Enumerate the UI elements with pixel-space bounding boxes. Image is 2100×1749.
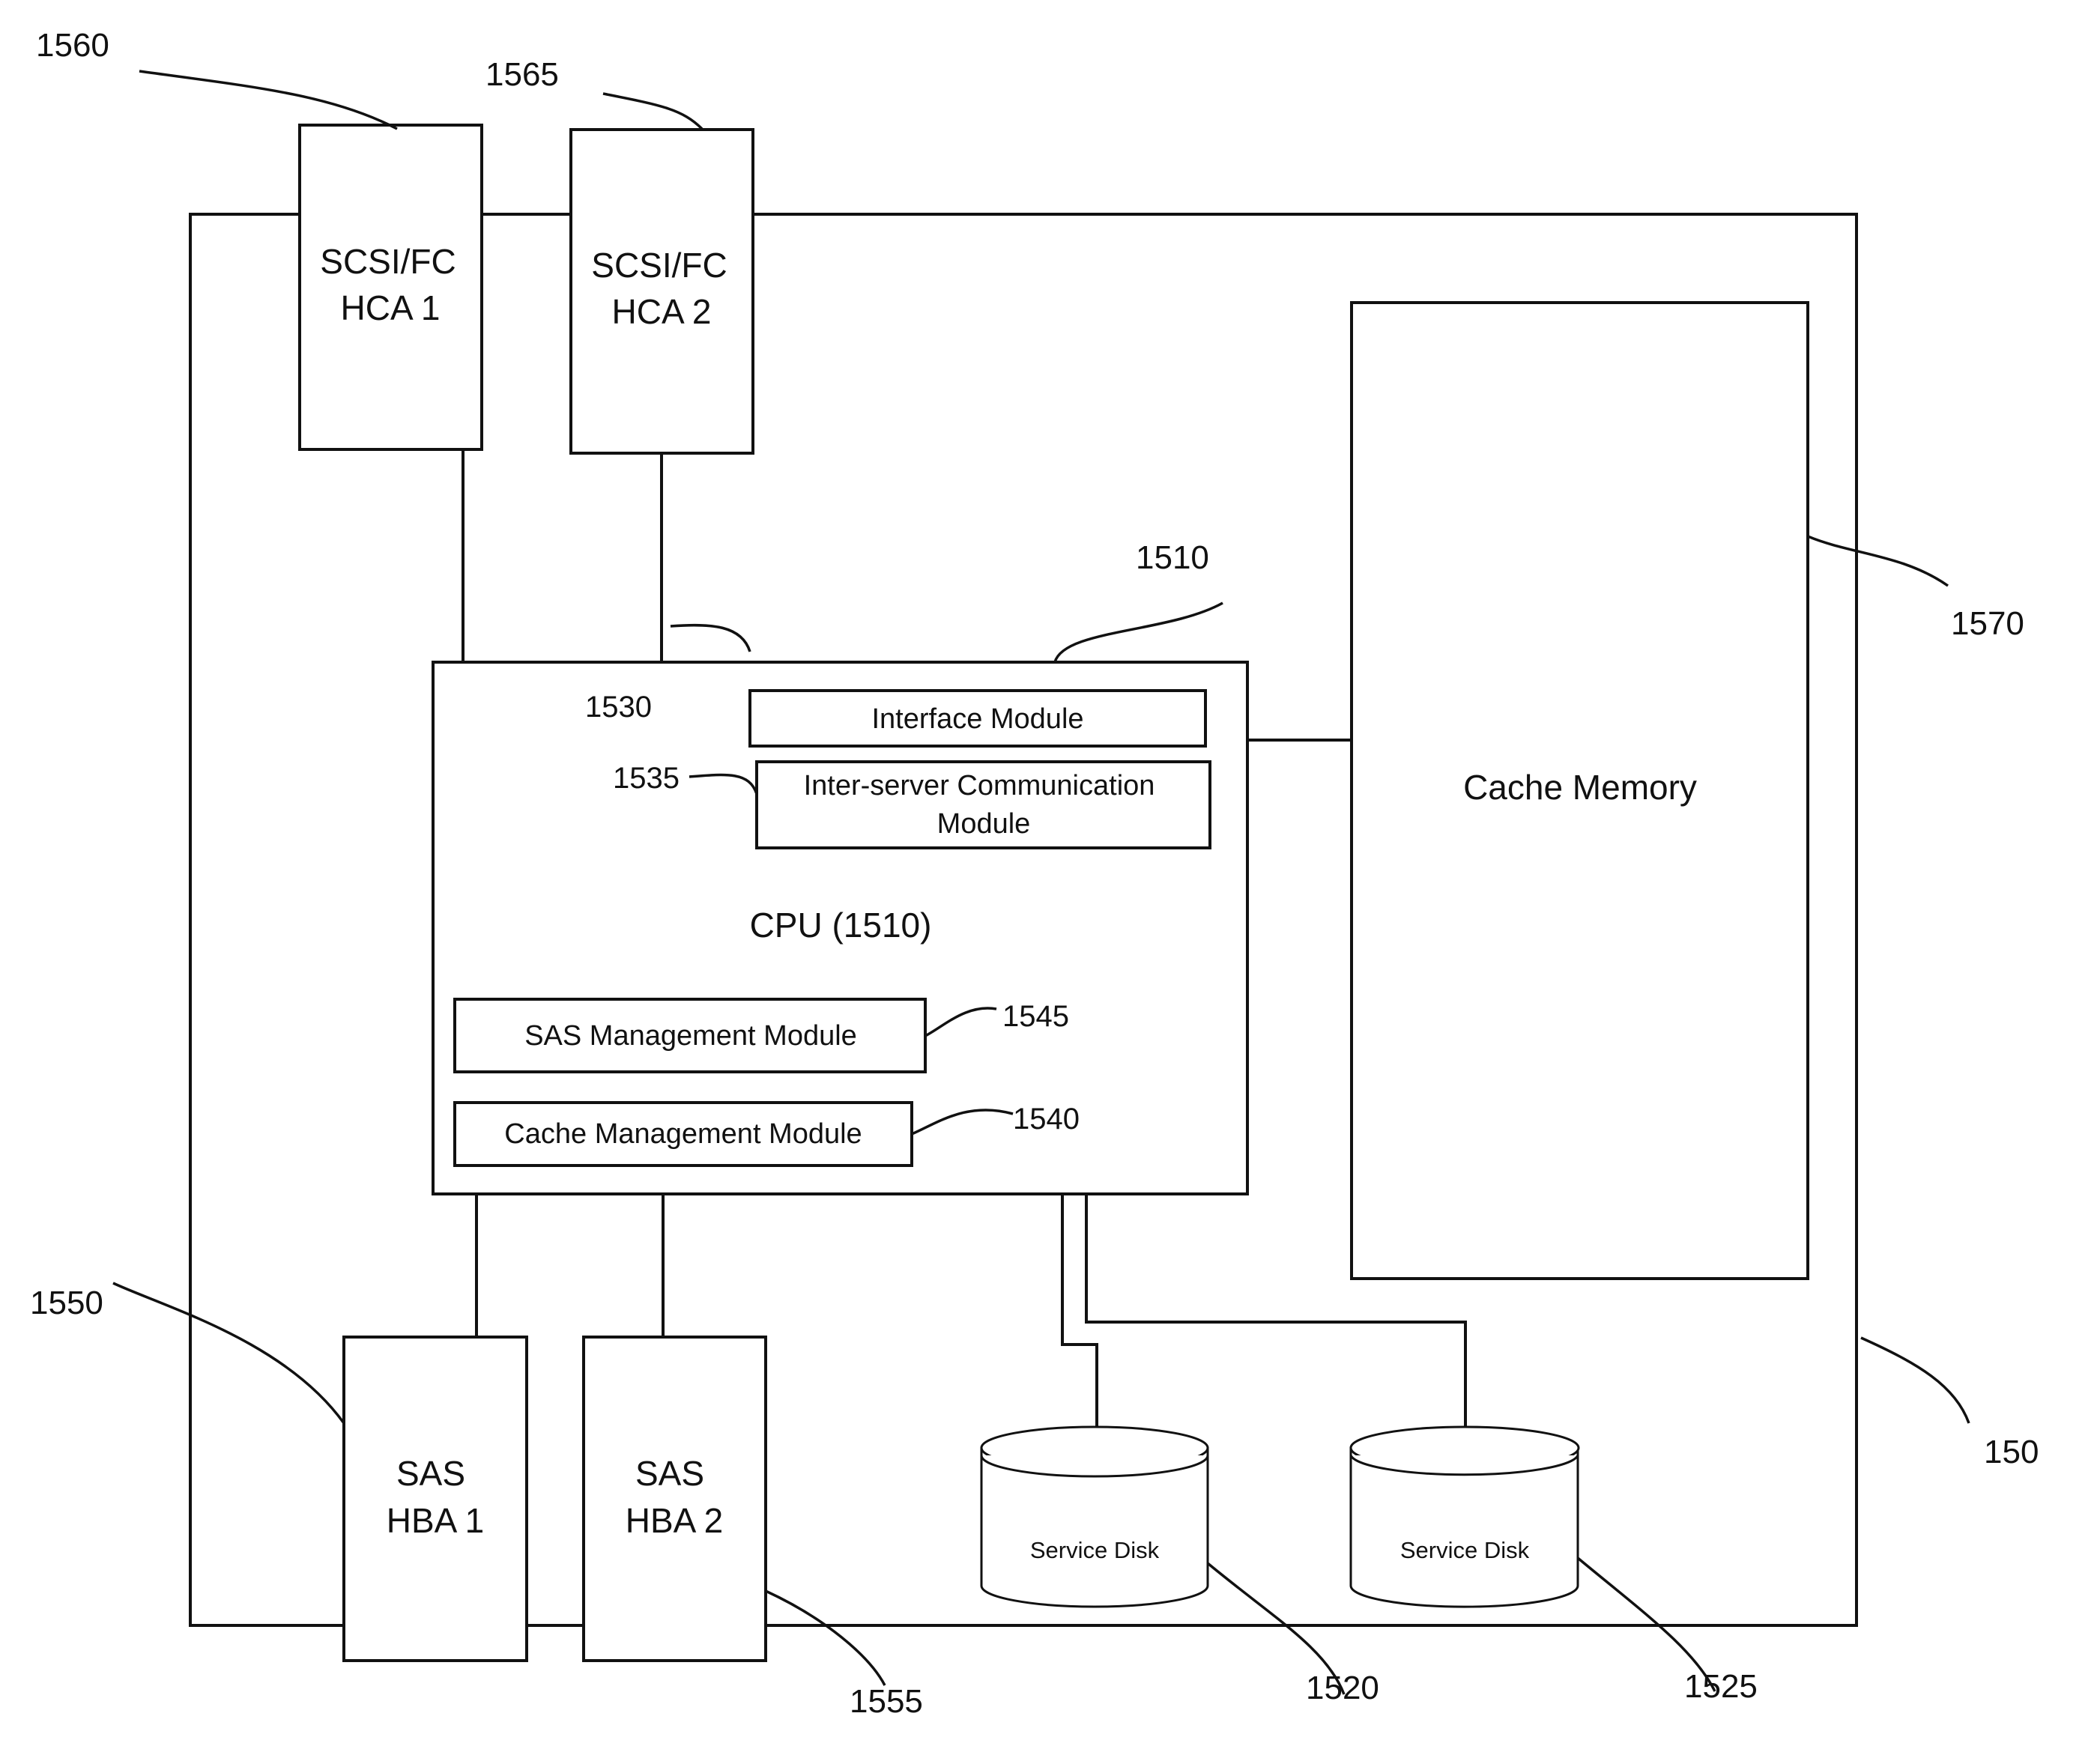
ref-1570: 1570 [1951,605,2024,642]
hca-2-line2: HCA 2 [612,292,712,331]
sas-hba-2: SAS HBA 2 [582,1336,767,1662]
ref-1540: 1540 [1013,1103,1080,1136]
leader-1560 [139,70,398,130]
hba-1-line2: HBA 1 [387,1501,484,1540]
leader-1565 [602,92,703,130]
leader-150 [1860,1336,1970,1424]
service-disk-2-label: Service Disk [1400,1537,1530,1563]
ref-1520: 1520 [1306,1670,1379,1706]
sas-hba-1: SAS HBA 1 [342,1336,528,1662]
ref-1550: 1550 [30,1285,103,1321]
service-disk-2: Service Disk [1349,1425,1580,1608]
ref-1565: 1565 [485,56,559,93]
ref-1560: 1560 [36,27,109,64]
hca-2-line1: SCSI/FC [591,246,727,285]
hca-2: SCSI/FC HCA 2 [569,128,754,455]
hba-2-line2: HBA 2 [626,1501,723,1540]
cache-management-module-label: Cache Management Module [504,1118,862,1150]
hca-1-line2: HCA 1 [341,288,441,327]
ref-150: 150 [1984,1434,2039,1470]
cpu-title: CPU (1510) [750,906,932,945]
ref-1510: 1510 [1136,539,1209,576]
interface-module-label: Interface Module [871,703,1083,735]
service-disk-1-label: Service Disk [1030,1537,1160,1563]
ref-1530: 1530 [585,691,652,724]
ref-1555: 1555 [850,1683,923,1720]
hba-1-line1: SAS [396,1454,465,1493]
cpu-block: CPU (1510) Interface Module Inter-server… [432,661,1249,1195]
sas-management-module-label: SAS Management Module [524,1020,857,1052]
ref-1525: 1525 [1684,1668,1758,1705]
cache-memory-label: Cache Memory [1463,768,1697,807]
storage-server-diagram: SCSI/FC HCA 1 SCSI/FC HCA 2 CPU (1510) I… [30,27,2039,1720]
hba-2-line1: SAS [635,1454,704,1493]
ref-1535: 1535 [613,762,680,795]
hca-1: SCSI/FC HCA 1 [298,124,483,451]
inter-server-module-line2: Module [937,808,1031,840]
cache-memory: Cache Memory [1350,301,1809,1280]
ref-1545: 1545 [1002,1000,1069,1033]
service-disk-1: Service Disk [980,1425,1209,1608]
hca-1-line1: SCSI/FC [320,242,456,281]
inter-server-module-line1: Inter-server Communication [804,770,1155,801]
